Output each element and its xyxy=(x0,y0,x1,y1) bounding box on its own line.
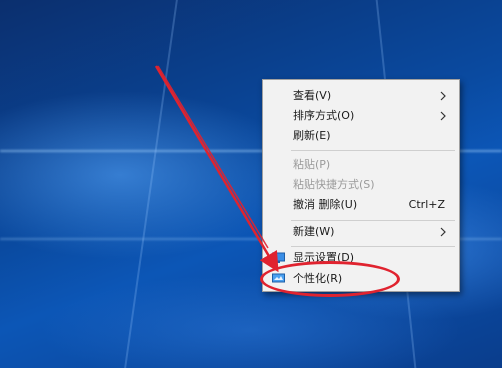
arrow-shaft xyxy=(154,65,279,273)
arrow-shaft-secondary xyxy=(157,65,269,249)
red-arrow-annotation xyxy=(154,65,279,273)
